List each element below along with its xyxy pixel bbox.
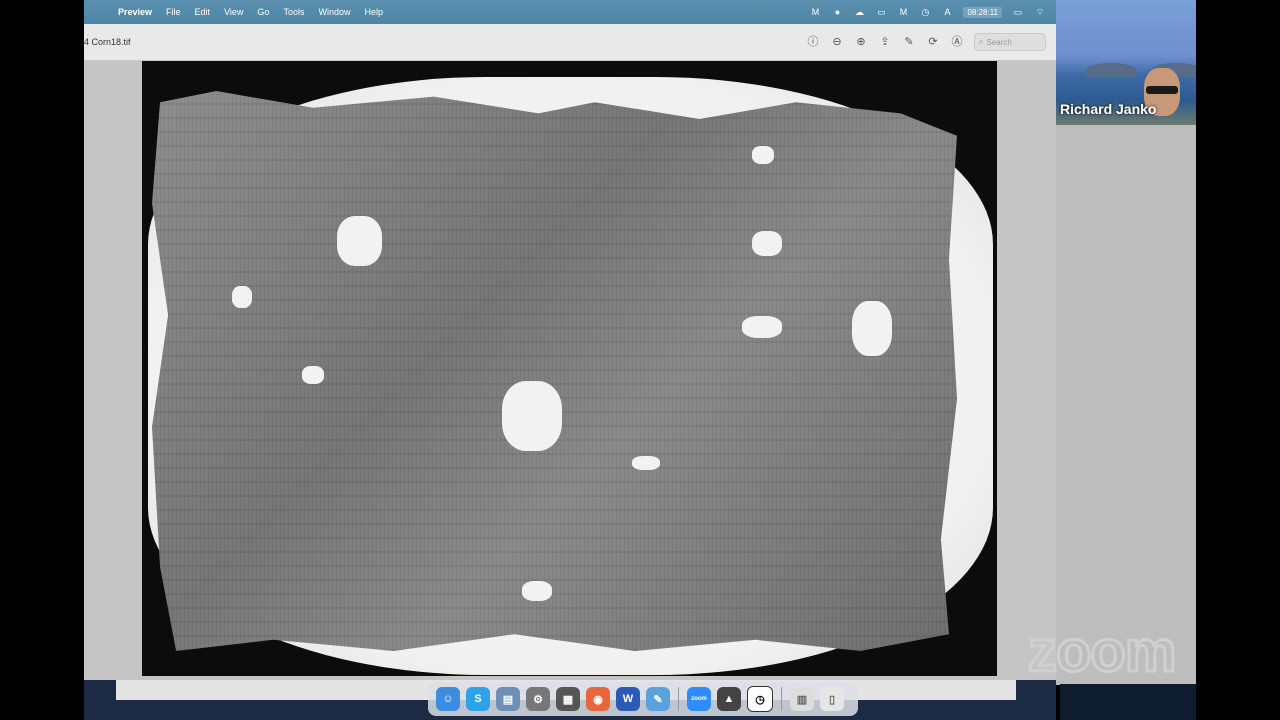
papyrus-hole: [752, 146, 774, 164]
gallery-background: [1056, 125, 1196, 685]
menu-clock[interactable]: 08:28:11: [963, 6, 1002, 18]
papyrus-hole: [632, 456, 660, 470]
annotate-icon[interactable]: Ⓐ: [950, 34, 964, 50]
desktop-corner: [1060, 684, 1196, 720]
papyrus-fragment: [152, 91, 957, 651]
mac-screen: Preview File Edit View Go Tools Window H…: [84, 0, 1056, 720]
preview-toolbar: 4 Corn18.tif ⓘ ⊖ ⊕ ⇪ ✎ ⟳ Ⓐ ⌕ Search: [84, 24, 1056, 61]
participant-video[interactable]: Richard Janko: [1056, 0, 1196, 125]
papyrus-hole: [302, 366, 324, 384]
zoom-out-icon[interactable]: ⊖: [830, 34, 844, 50]
papyrus-hole: [742, 316, 782, 338]
documents-icon[interactable]: ▥: [790, 687, 814, 711]
search-input[interactable]: ⌕ Search: [974, 33, 1046, 51]
menu-window[interactable]: Window: [318, 7, 350, 17]
battery-icon[interactable]: ▭: [1012, 6, 1024, 18]
clock-status-icon[interactable]: ◷: [919, 6, 931, 18]
papyrus-hole: [522, 581, 552, 601]
dock: ☺ S ▤ ⚙ ▦ ◉ W ✎ zoom ▲ ◷ ▥ ▯: [428, 682, 858, 716]
zoom-app-icon[interactable]: zoom: [687, 687, 711, 711]
word-icon[interactable]: W: [616, 687, 640, 711]
document-viewport[interactable]: [84, 61, 1056, 681]
menu-file[interactable]: File: [166, 7, 181, 17]
clock-icon[interactable]: ◷: [747, 686, 773, 712]
toolbar-tools: ⓘ ⊖ ⊕ ⇪ ✎ ⟳ Ⓐ ⌕ Search: [806, 33, 1046, 51]
search-placeholder: Search: [986, 37, 1012, 47]
menu-tools[interactable]: Tools: [283, 7, 304, 17]
papyrus-scan-image: [142, 61, 997, 676]
rotate-icon[interactable]: ⟳: [926, 34, 940, 50]
menu-bar: Preview File Edit View Go Tools Window H…: [84, 0, 1056, 24]
menu-help[interactable]: Help: [364, 7, 383, 17]
share-icon[interactable]: ⇪: [878, 34, 892, 50]
info-icon[interactable]: ⓘ: [806, 34, 820, 50]
preview-icon[interactable]: ▤: [496, 687, 520, 711]
trash-icon[interactable]: ▯: [820, 687, 844, 711]
menu-view[interactable]: View: [224, 7, 243, 17]
dock-separator: [678, 687, 679, 711]
papyrus-hole: [752, 231, 782, 256]
markup-pen-icon[interactable]: ✎: [902, 34, 916, 50]
calculator-icon[interactable]: ▦: [556, 687, 580, 711]
papyrus-hole: [502, 381, 562, 451]
dock-separator: [781, 687, 782, 711]
papyrus-hole: [337, 216, 382, 266]
background-hill: [1086, 63, 1136, 77]
papyrus-hole: [852, 301, 892, 356]
menu-edit[interactable]: Edit: [195, 7, 211, 17]
folder-icon[interactable]: ▭: [875, 6, 887, 18]
m-icon[interactable]: M: [897, 6, 909, 18]
input-source-icon[interactable]: A: [941, 6, 953, 18]
notes-icon[interactable]: ▲: [717, 687, 741, 711]
zoom-in-icon[interactable]: ⊕: [854, 34, 868, 50]
system-settings-icon[interactable]: ⚙: [526, 687, 550, 711]
skype-icon[interactable]: S: [466, 687, 490, 711]
participant-name: Richard Janko: [1060, 101, 1157, 117]
firefox-icon[interactable]: ◉: [586, 687, 610, 711]
wifi-icon[interactable]: ⌔: [1034, 6, 1046, 18]
status-area: M ● ☁ ▭ M ◷ A 08:28:11 ▭ ⌔: [809, 0, 1056, 24]
cloud-icon[interactable]: ☁: [853, 6, 865, 18]
menu-go[interactable]: Go: [257, 7, 269, 17]
papyrus-hole: [232, 286, 252, 308]
menu-app-preview[interactable]: Preview: [118, 7, 152, 17]
app-status-icon[interactable]: ●: [831, 6, 843, 18]
textedit-icon[interactable]: ✎: [646, 687, 670, 711]
document-title: 4 Corn18.tif: [84, 37, 131, 47]
search-icon: ⌕: [979, 37, 984, 46]
mail-icon[interactable]: M: [809, 6, 821, 18]
zoom-watermark: zoom: [1026, 618, 1177, 686]
finder-icon[interactable]: ☺: [436, 687, 460, 711]
sunglasses: [1146, 86, 1178, 94]
